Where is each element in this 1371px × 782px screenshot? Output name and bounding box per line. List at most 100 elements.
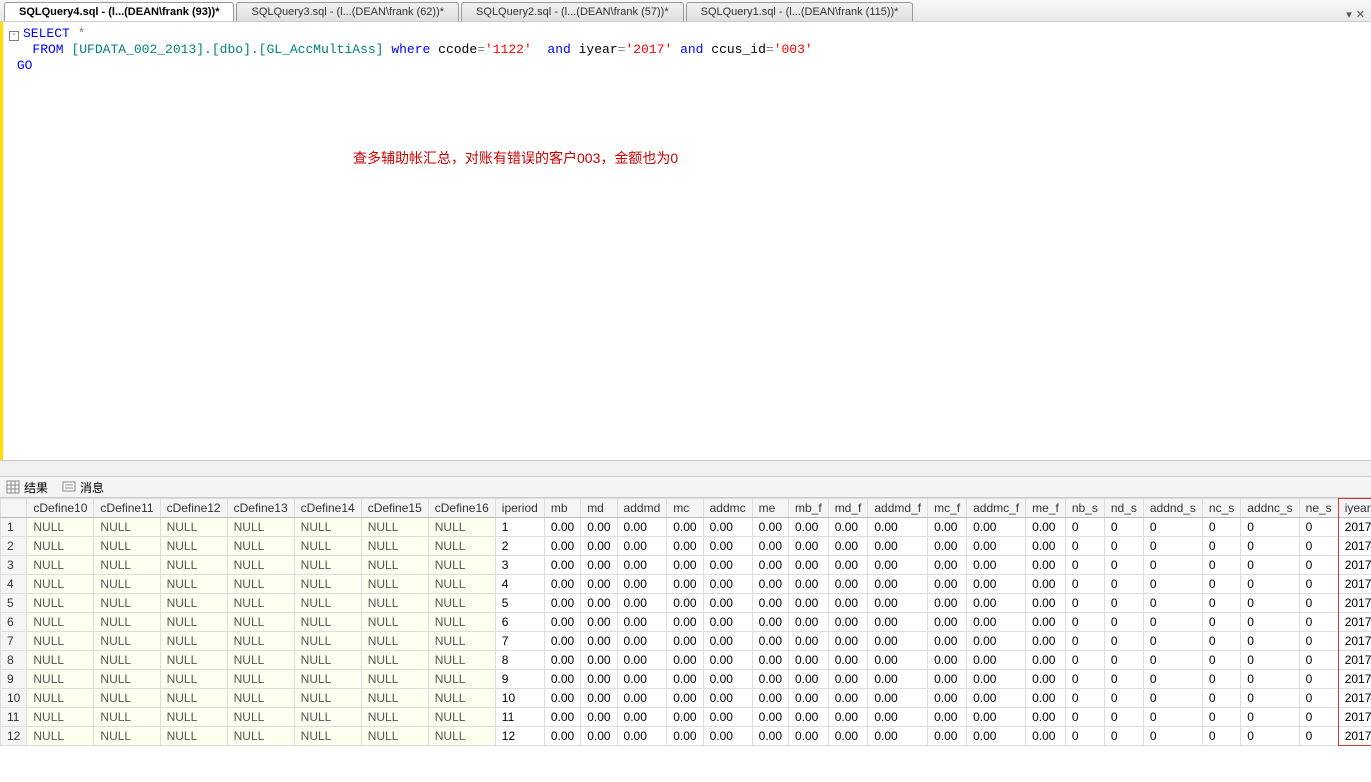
cell[interactable]: 0.00 <box>868 632 928 651</box>
rownum-header[interactable] <box>1 499 27 518</box>
row-number[interactable]: 1 <box>1 518 27 537</box>
cell[interactable]: 0.00 <box>544 575 580 594</box>
cell[interactable]: 0.00 <box>544 537 580 556</box>
cell[interactable]: 0.00 <box>544 689 580 708</box>
cell[interactable]: NULL <box>27 594 94 613</box>
cell[interactable]: 0.00 <box>581 613 617 632</box>
cell[interactable]: 0.00 <box>752 613 788 632</box>
column-header[interactable]: iperiod <box>495 499 544 518</box>
cell[interactable]: 0.00 <box>667 689 703 708</box>
cell[interactable]: 0.00 <box>928 651 967 670</box>
editor-scrollbar[interactable] <box>0 460 1371 476</box>
cell[interactable]: 0 <box>1202 556 1240 575</box>
cell[interactable]: 0 <box>1241 575 1299 594</box>
cell[interactable]: 0.00 <box>703 651 752 670</box>
column-header[interactable]: cDefine11 <box>94 499 160 518</box>
cell[interactable]: NULL <box>94 613 160 632</box>
table-row[interactable]: 3NULLNULLNULLNULLNULLNULLNULL30.000.000.… <box>1 556 1371 575</box>
cell[interactable]: 0 <box>1065 594 1104 613</box>
cell[interactable]: NULL <box>160 651 227 670</box>
cell[interactable]: 0.00 <box>544 613 580 632</box>
cell[interactable]: 2017 <box>1338 518 1371 537</box>
tab-dropdown-icon[interactable]: ▾ <box>1346 8 1352 21</box>
cell[interactable]: 0.00 <box>544 594 580 613</box>
cell[interactable]: NULL <box>428 689 495 708</box>
column-header[interactable]: md_f <box>828 499 868 518</box>
column-header[interactable]: cDefine15 <box>361 499 428 518</box>
cell[interactable]: NULL <box>294 708 361 727</box>
cell[interactable]: 0.00 <box>928 537 967 556</box>
cell[interactable]: 0.00 <box>703 537 752 556</box>
cell[interactable]: 0.00 <box>789 632 829 651</box>
cell[interactable]: NULL <box>428 632 495 651</box>
cell[interactable]: 0 <box>1104 727 1143 746</box>
cell[interactable]: NULL <box>294 575 361 594</box>
cell[interactable]: 0.00 <box>1026 613 1066 632</box>
cell[interactable]: 0 <box>1299 594 1338 613</box>
cell[interactable]: 0.00 <box>828 518 868 537</box>
cell[interactable]: 1 <box>495 518 544 537</box>
table-row[interactable]: 11NULLNULLNULLNULLNULLNULLNULL110.000.00… <box>1 708 1371 727</box>
cell[interactable]: 2 <box>495 537 544 556</box>
cell[interactable]: 2017 <box>1338 556 1371 575</box>
cell[interactable]: 0.00 <box>928 708 967 727</box>
cell[interactable]: NULL <box>227 594 294 613</box>
cell[interactable]: 0.00 <box>752 594 788 613</box>
column-header[interactable]: md <box>581 499 617 518</box>
cell[interactable]: NULL <box>27 518 94 537</box>
cell[interactable]: 0 <box>1202 594 1240 613</box>
cell[interactable]: NULL <box>27 670 94 689</box>
cell[interactable]: 0 <box>1104 708 1143 727</box>
cell[interactable]: 0.00 <box>1026 556 1066 575</box>
row-number[interactable]: 6 <box>1 613 27 632</box>
cell[interactable]: NULL <box>428 651 495 670</box>
cell[interactable]: 0 <box>1143 575 1202 594</box>
cell[interactable]: 0.00 <box>581 556 617 575</box>
cell[interactable]: 0 <box>1065 518 1104 537</box>
column-header[interactable]: cDefine13 <box>227 499 294 518</box>
cell[interactable]: 0 <box>1143 708 1202 727</box>
cell[interactable]: 0.00 <box>667 575 703 594</box>
cell[interactable]: NULL <box>160 537 227 556</box>
cell[interactable]: 0 <box>1143 632 1202 651</box>
cell[interactable]: 0 <box>1202 727 1240 746</box>
cell[interactable]: 0 <box>1299 708 1338 727</box>
cell[interactable]: 2017 <box>1338 670 1371 689</box>
cell[interactable]: 0.00 <box>617 537 667 556</box>
cell[interactable]: NULL <box>94 689 160 708</box>
cell[interactable]: 0.00 <box>617 518 667 537</box>
cell[interactable]: NULL <box>361 613 428 632</box>
cell[interactable]: 0.00 <box>928 670 967 689</box>
cell[interactable]: 0.00 <box>967 651 1026 670</box>
cell[interactable]: 0 <box>1065 632 1104 651</box>
row-number[interactable]: 7 <box>1 632 27 651</box>
cell[interactable]: 0 <box>1299 632 1338 651</box>
cell[interactable]: 2017 <box>1338 594 1371 613</box>
cell[interactable]: 0.00 <box>1026 537 1066 556</box>
table-row[interactable]: 10NULLNULLNULLNULLNULLNULLNULL100.000.00… <box>1 689 1371 708</box>
table-row[interactable]: 4NULLNULLNULLNULLNULLNULLNULL40.000.000.… <box>1 575 1371 594</box>
cell[interactable]: 0.00 <box>928 518 967 537</box>
results-tab-results[interactable]: 结果 <box>6 479 48 496</box>
cell[interactable]: 0 <box>1202 613 1240 632</box>
cell[interactable]: 0 <box>1143 556 1202 575</box>
row-number[interactable]: 10 <box>1 689 27 708</box>
cell[interactable]: 0 <box>1104 556 1143 575</box>
cell[interactable]: 0.00 <box>752 537 788 556</box>
cell[interactable]: NULL <box>94 727 160 746</box>
sql-editor[interactable]: -SELECT * FROM [UFDATA_002_2013].[dbo].[… <box>0 22 1371 460</box>
column-header[interactable]: addmc <box>703 499 752 518</box>
cell[interactable]: NULL <box>94 556 160 575</box>
cell[interactable]: 0.00 <box>544 651 580 670</box>
cell[interactable]: 0.00 <box>667 727 703 746</box>
row-number[interactable]: 4 <box>1 575 27 594</box>
cell[interactable]: 12 <box>495 727 544 746</box>
cell[interactable]: 0.00 <box>1026 632 1066 651</box>
cell[interactable]: 0.00 <box>581 594 617 613</box>
cell[interactable]: 0.00 <box>544 556 580 575</box>
collapse-icon[interactable]: - <box>9 31 19 41</box>
cell[interactable]: NULL <box>361 632 428 651</box>
cell[interactable]: NULL <box>361 670 428 689</box>
cell[interactable]: NULL <box>361 727 428 746</box>
cell[interactable]: 0.00 <box>967 670 1026 689</box>
